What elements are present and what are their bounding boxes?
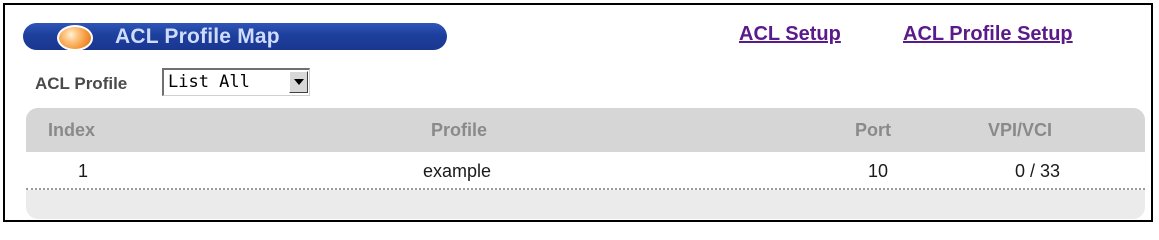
cell-index: 1 xyxy=(78,161,89,181)
column-header-port: Port xyxy=(855,120,891,140)
page-title: ACL Profile Map xyxy=(115,25,280,48)
column-header-profile: Profile xyxy=(431,120,488,140)
acl-profile-select[interactable]: List All xyxy=(162,68,310,96)
acl-profile-select-value: List All xyxy=(168,72,250,92)
orange-orb-icon xyxy=(57,25,93,51)
cell-vpi-vci: 0 / 33 xyxy=(1015,161,1061,181)
column-header-index: Index xyxy=(48,120,96,140)
column-header-vpi-vci: VPI/VCI xyxy=(988,120,1053,140)
cell-profile: example xyxy=(423,161,492,181)
title-bar: ACL Profile Map xyxy=(23,23,447,51)
cell-port: 10 xyxy=(868,161,889,181)
page-frame: ACL Profile Map ACL Setup ACL Profile Se… xyxy=(3,3,1153,222)
table-row: 1 example 10 0 / 33 xyxy=(26,152,1145,190)
chevron-down-icon[interactable] xyxy=(289,71,308,93)
acl-profile-setup-link[interactable]: ACL Profile Setup xyxy=(903,23,1073,46)
table-header: Index Profile Port VPI/VCI xyxy=(26,108,1145,152)
acl-setup-link[interactable]: ACL Setup xyxy=(739,23,841,46)
acl-profile-label: ACL Profile xyxy=(35,74,128,93)
acl-profile-map-table: Index Profile Port VPI/VCI 1 example 10 … xyxy=(26,108,1145,219)
